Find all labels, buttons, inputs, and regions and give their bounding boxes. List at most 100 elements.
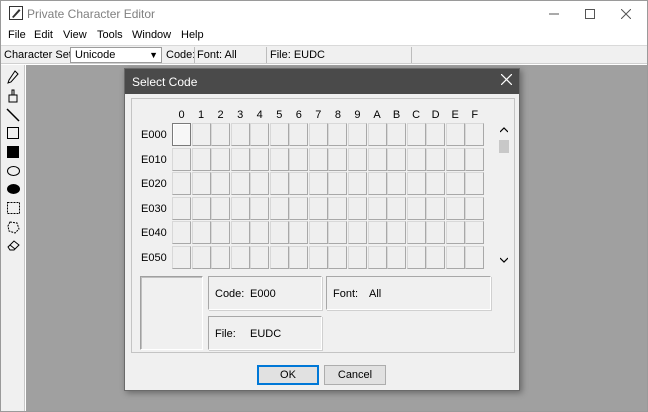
grid-scrollbar[interactable] (497, 125, 511, 267)
code-cell[interactable] (269, 221, 289, 244)
code-cell[interactable] (328, 147, 348, 171)
code-cell[interactable] (211, 147, 231, 171)
code-cell[interactable] (191, 147, 211, 171)
code-cell[interactable] (172, 172, 191, 195)
code-cell[interactable] (347, 123, 367, 146)
code-cell[interactable] (328, 123, 348, 146)
line-tool[interactable] (5, 107, 21, 123)
code-cell[interactable] (211, 221, 231, 244)
code-cell[interactable] (172, 123, 191, 146)
code-cell[interactable] (465, 172, 485, 195)
code-cell[interactable] (387, 147, 407, 171)
code-cell[interactable] (387, 221, 407, 244)
code-cell[interactable] (445, 172, 465, 195)
code-cell[interactable] (230, 245, 250, 269)
code-cell[interactable] (289, 196, 309, 220)
code-cell[interactable] (426, 245, 446, 269)
code-cell[interactable] (250, 245, 270, 269)
code-cell[interactable] (269, 147, 289, 171)
code-cell[interactable] (289, 221, 309, 244)
scroll-up-button[interactable] (497, 125, 511, 137)
code-cell[interactable] (387, 172, 407, 195)
code-cell[interactable] (406, 147, 426, 171)
code-cell[interactable] (347, 172, 367, 195)
code-cell[interactable] (269, 123, 289, 146)
code-cell[interactable] (230, 172, 250, 195)
code-cell[interactable] (172, 221, 191, 244)
code-cell[interactable] (308, 123, 328, 146)
pencil-tool[interactable] (5, 69, 21, 85)
menu-tools[interactable]: Tools (97, 29, 123, 41)
code-cell[interactable] (367, 196, 387, 220)
code-cell[interactable] (406, 172, 426, 195)
dialog-title-bar[interactable]: Select Code (125, 69, 519, 94)
code-cell[interactable] (230, 196, 250, 220)
code-cell[interactable] (289, 123, 309, 146)
code-cell[interactable] (426, 147, 446, 171)
code-cell[interactable] (269, 196, 289, 220)
code-cell[interactable] (308, 196, 328, 220)
code-cell[interactable] (387, 196, 407, 220)
code-cell[interactable] (172, 147, 191, 171)
code-cell[interactable] (406, 123, 426, 146)
code-cell[interactable] (328, 245, 348, 269)
code-cell[interactable] (347, 245, 367, 269)
code-cell[interactable] (230, 221, 250, 244)
code-cell[interactable] (328, 172, 348, 195)
code-cell[interactable] (289, 245, 309, 269)
code-cell[interactable] (367, 147, 387, 171)
code-cell[interactable] (211, 245, 231, 269)
code-cell[interactable] (406, 196, 426, 220)
code-cell[interactable] (211, 196, 231, 220)
dialog-close-button[interactable] (500, 72, 513, 90)
brush-tool[interactable] (5, 88, 21, 104)
cancel-button[interactable]: Cancel (324, 365, 386, 385)
code-cell[interactable] (445, 221, 465, 244)
code-cell[interactable] (191, 221, 211, 244)
code-cell[interactable] (328, 196, 348, 220)
charset-select[interactable]: Unicode ▼ (70, 47, 162, 63)
code-cell[interactable] (308, 221, 328, 244)
code-cell[interactable] (289, 172, 309, 195)
code-cell[interactable] (250, 221, 270, 244)
code-cell[interactable] (172, 245, 191, 269)
code-cell[interactable] (387, 123, 407, 146)
code-cell[interactable] (445, 147, 465, 171)
code-cell[interactable] (406, 221, 426, 244)
code-cell[interactable] (367, 245, 387, 269)
menu-view[interactable]: View (63, 29, 87, 41)
code-cell[interactable] (465, 147, 485, 171)
code-cell[interactable] (347, 221, 367, 244)
code-cell[interactable] (445, 245, 465, 269)
code-cell[interactable] (269, 245, 289, 269)
menu-window[interactable]: Window (132, 29, 171, 41)
code-cell[interactable] (230, 147, 250, 171)
code-cell[interactable] (211, 123, 231, 146)
code-cell[interactable] (426, 123, 446, 146)
menu-help[interactable]: Help (181, 29, 204, 41)
code-cell[interactable] (191, 123, 211, 146)
code-cell[interactable] (308, 245, 328, 269)
code-cell[interactable] (445, 196, 465, 220)
code-cell[interactable] (250, 196, 270, 220)
filled-rectangle-tool[interactable] (5, 144, 21, 160)
code-cell[interactable] (328, 221, 348, 244)
code-cell[interactable] (426, 196, 446, 220)
code-cell[interactable] (269, 172, 289, 195)
code-cell[interactable] (426, 221, 446, 244)
code-cell[interactable] (191, 172, 211, 195)
code-cell[interactable] (191, 196, 211, 220)
code-cell[interactable] (367, 172, 387, 195)
code-cell[interactable] (367, 123, 387, 146)
hollow-rectangle-tool[interactable] (5, 125, 21, 141)
code-cell[interactable] (191, 245, 211, 269)
code-cell[interactable] (426, 172, 446, 195)
rectangular-selection-tool[interactable] (5, 200, 21, 216)
code-cell[interactable] (465, 123, 485, 146)
title-bar[interactable]: Private Character Editor (1, 1, 647, 26)
ok-button[interactable]: OK (257, 365, 319, 385)
menu-file[interactable]: File (8, 29, 26, 41)
code-cell[interactable] (367, 221, 387, 244)
hollow-ellipse-tool[interactable] (5, 163, 21, 179)
code-cell[interactable] (250, 172, 270, 195)
